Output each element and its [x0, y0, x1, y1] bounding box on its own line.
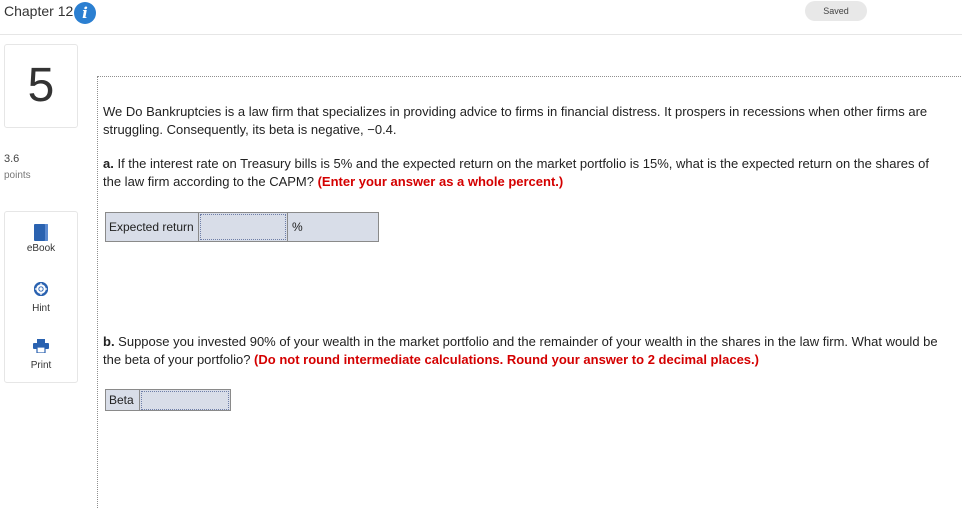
points-value: 3.6: [4, 153, 20, 165]
chapter-title: Chapter 12: [4, 3, 74, 19]
question-number: 5: [4, 44, 78, 128]
part-a-instruction: (Enter your answer as a whole percent.): [317, 174, 564, 189]
expected-return-cell: [198, 212, 288, 242]
tools-panel: eBook Hint Print: [4, 211, 78, 383]
ebook-label: eBook: [26, 243, 56, 254]
answer-row-beta: Beta: [105, 389, 231, 411]
part-a-label: a.: [103, 156, 114, 171]
expected-return-input[interactable]: [200, 214, 286, 240]
beta-input[interactable]: [141, 390, 229, 410]
beta-cell: [139, 389, 231, 411]
expected-return-label: Expected return: [105, 212, 199, 242]
book-icon: [34, 224, 48, 241]
answer-table-a: Expected return %: [105, 212, 379, 242]
part-a-prompt: a. If the interest rate on Treasury bill…: [103, 155, 948, 191]
print-button[interactable]: Print: [5, 339, 77, 371]
info-icon[interactable]: i: [74, 2, 96, 24]
part-b-instruction: (Do not round intermediate calculations.…: [254, 352, 759, 367]
answer-row-expected-return: Expected return %: [105, 212, 379, 242]
question-content: We Do Bankruptcies is a law firm that sp…: [97, 76, 962, 508]
percent-unit: %: [287, 212, 379, 242]
print-label: Print: [30, 360, 52, 371]
ebook-button[interactable]: eBook: [5, 224, 77, 254]
part-b-label: b.: [103, 334, 115, 349]
problem-intro: We Do Bankruptcies is a law firm that sp…: [103, 104, 928, 137]
hint-button[interactable]: Hint: [5, 281, 77, 314]
beta-label: Beta: [105, 389, 140, 411]
printer-icon: [33, 339, 49, 354]
lifebuoy-icon: [33, 281, 49, 297]
part-b-prompt: b. Suppose you invested 90% of your weal…: [103, 333, 948, 369]
answer-table-b: Beta: [105, 389, 231, 411]
top-bar: Chapter 12 i Saved: [0, 0, 962, 35]
points-label: points: [4, 170, 31, 181]
saved-status-badge: Saved: [805, 1, 867, 21]
hint-label: Hint: [32, 303, 50, 314]
